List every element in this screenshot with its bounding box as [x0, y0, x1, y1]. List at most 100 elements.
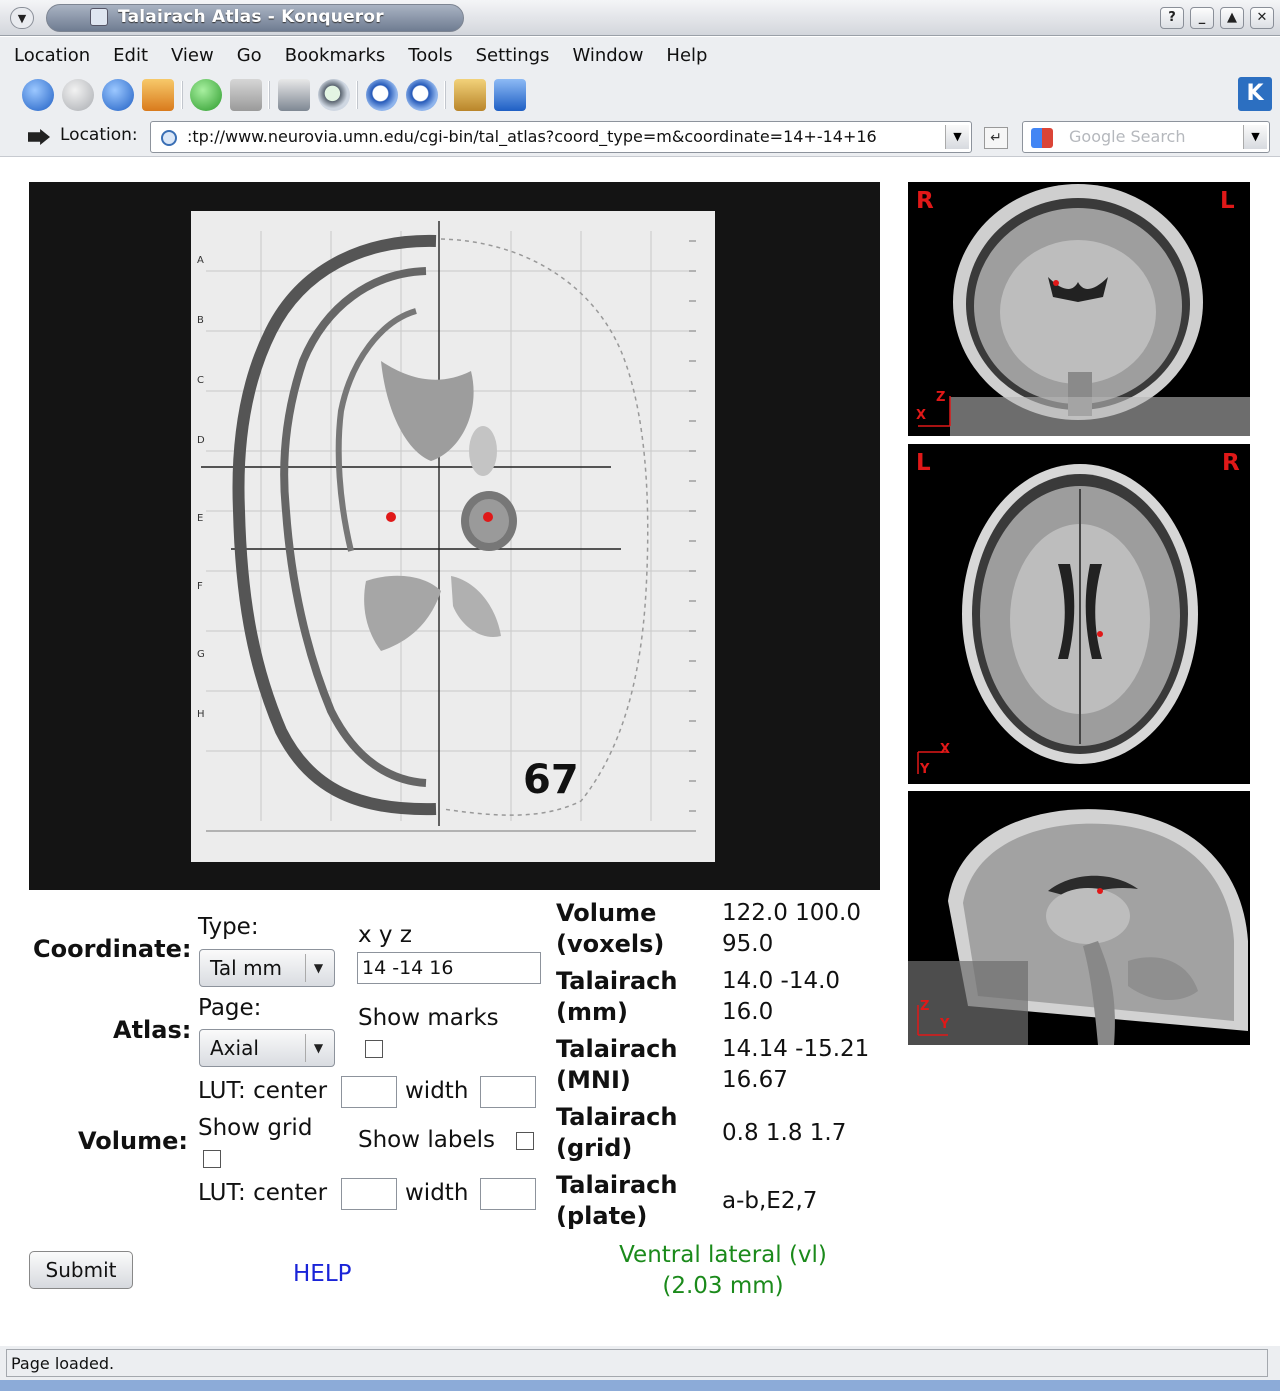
forward-icon[interactable] — [62, 79, 94, 111]
url-input[interactable]: :tp://www.neurovia.umn.edu/cgi-bin/tal_a… — [150, 121, 972, 153]
coordinate-type-select[interactable]: Tal mm ▼ — [199, 949, 335, 987]
download-icon[interactable] — [494, 79, 526, 111]
home-icon[interactable] — [142, 79, 174, 111]
volume-voxels-key: Volume (voxels) — [556, 898, 664, 960]
volume-label: Volume: — [78, 1127, 188, 1155]
toolbar-separator — [181, 81, 183, 109]
atlas-label: Atlas: — [113, 1016, 192, 1044]
menu-bookmarks[interactable]: Bookmarks — [285, 45, 386, 66]
axial-right-label: R — [1222, 450, 1240, 476]
talairach-grid-value: 0.8 1.8 1.7 — [722, 1120, 847, 1146]
location-bar: Location: :tp://www.neurovia.umn.edu/cgi… — [0, 117, 1280, 157]
tal-grid-key-line1: Talairach — [556, 1103, 678, 1131]
volume-lut-center-input[interactable] — [341, 1178, 397, 1210]
atlas-lut-width-label: width — [405, 1078, 469, 1104]
volume-key-line2: (voxels) — [556, 930, 665, 958]
show-marks-label: Show marks — [358, 1005, 499, 1031]
atlas-viewer[interactable]: A B C D E F G H 67 — [29, 182, 880, 890]
submit-button[interactable]: Submit — [29, 1251, 133, 1289]
tal-mni-key-line2: (MNI) — [556, 1066, 631, 1094]
talairach-plate-key: Talairach (plate) — [556, 1170, 677, 1232]
menu-settings[interactable]: Settings — [476, 45, 550, 66]
structure-name: Ventral lateral (vl) — [619, 1242, 827, 1268]
menu-window[interactable]: Window — [572, 45, 643, 66]
menu-location[interactable]: Location — [14, 45, 90, 66]
menu-go[interactable]: Go — [237, 45, 262, 66]
tal-mni-key-line1: Talairach — [556, 1035, 678, 1063]
menu-help[interactable]: Help — [666, 45, 707, 66]
clear-location-icon[interactable] — [28, 129, 50, 145]
maximize-button[interactable]: ▲ — [1220, 7, 1244, 29]
status-field: Page loaded. — [6, 1349, 1268, 1377]
url-text[interactable]: :tp://www.neurovia.umn.edu/cgi-bin/tal_a… — [187, 127, 877, 146]
svg-text:H: H — [197, 709, 205, 720]
zoom-out-icon[interactable] — [406, 79, 438, 111]
kde-logo-icon: K — [1238, 77, 1272, 111]
atlas-lut-center-input[interactable] — [341, 1076, 397, 1108]
show-labels-label: Show labels — [358, 1127, 495, 1153]
menu-tools[interactable]: Tools — [408, 45, 452, 66]
search-input[interactable]: Google Search ▼ — [1022, 121, 1270, 153]
atlas-plate-drawing: A B C D E F G H — [191, 211, 715, 862]
tal-plate-key-line2: (plate) — [556, 1202, 648, 1230]
help-window-button[interactable]: ? — [1160, 7, 1184, 29]
zoom-in-icon[interactable] — [366, 79, 398, 111]
xyz-label: x y z — [358, 922, 412, 948]
tal-plate-key-line1: Talairach — [556, 1171, 678, 1199]
type-label: Type: — [198, 914, 259, 940]
help-link[interactable]: HELP — [293, 1261, 352, 1287]
show-labels-checkbox[interactable] — [516, 1132, 534, 1150]
sagittal-axis-z: Z — [920, 999, 930, 1014]
menu-view[interactable]: View — [171, 45, 214, 66]
atlas-plate-image[interactable]: A B C D E F G H 67 — [191, 211, 715, 862]
show-grid-checkbox[interactable] — [203, 1150, 221, 1168]
show-grid-label: Show grid — [198, 1115, 313, 1141]
talairach-mm-key: Talairach (mm) — [556, 966, 677, 1028]
volume-key-line1: Volume — [556, 899, 657, 927]
talairach-mni-value: 14.14 -15.21 16.67 — [722, 1036, 870, 1093]
volume-lut-width-input[interactable] — [480, 1178, 536, 1210]
mri-axial-view[interactable]: L R X Y — [908, 444, 1250, 784]
stop-icon[interactable] — [230, 79, 262, 111]
atlas-lut-center-label: LUT: center — [198, 1078, 328, 1104]
axial-slice — [917, 464, 1198, 774]
structure-distance: (2.03 mm) — [662, 1273, 784, 1299]
print-icon[interactable] — [278, 79, 310, 111]
window-title: Talairach Atlas - Konqueror — [118, 7, 384, 27]
structure-result: Ventral lateral (vl) (2.03 mm) — [560, 1240, 886, 1302]
status-text: Page loaded. — [11, 1354, 115, 1373]
atlas-page-select[interactable]: Axial ▼ — [199, 1029, 335, 1067]
minimize-button[interactable]: _ — [1190, 7, 1214, 29]
tal-mm-key-line2: (mm) — [556, 998, 628, 1026]
sagittal-slice — [908, 809, 1248, 1045]
search-dropdown[interactable]: ▼ — [1243, 125, 1267, 149]
coronal-slice — [918, 184, 1250, 436]
atlas-plate-number: 67 — [523, 757, 579, 803]
status-bar: Page loaded. — [0, 1346, 1280, 1380]
up-icon[interactable] — [102, 79, 134, 111]
find-icon[interactable] — [318, 79, 350, 111]
google-icon[interactable] — [1031, 128, 1053, 148]
volume-voxels-value: 122.0 100.0 95.0 — [722, 900, 861, 957]
svg-text:A: A — [197, 255, 204, 266]
chevron-down-icon: ▼ — [305, 1034, 331, 1062]
sagittal-axis-y: Y — [940, 1017, 950, 1032]
volume-lut-width-label: width — [405, 1180, 469, 1206]
svg-text:B: B — [197, 315, 204, 326]
close-button[interactable]: ✕ — [1250, 7, 1274, 29]
url-history-dropdown[interactable]: ▼ — [945, 125, 969, 149]
coronal-left-label: L — [1220, 188, 1235, 214]
back-icon[interactable] — [22, 79, 54, 111]
tal-grid-key-line2: (grid) — [556, 1134, 633, 1162]
security-icon[interactable] — [454, 79, 486, 111]
show-marks-checkbox[interactable] — [365, 1040, 383, 1058]
coordinate-input[interactable] — [357, 952, 541, 984]
menu-edit[interactable]: Edit — [113, 45, 148, 66]
mri-sagittal-view[interactable]: Z Y — [908, 791, 1250, 1045]
atlas-lut-width-input[interactable] — [480, 1076, 536, 1108]
go-icon[interactable]: ↵ — [984, 127, 1008, 149]
mri-coronal-view[interactable]: R L X Z — [908, 182, 1250, 436]
window-menu-button[interactable]: ▼ — [10, 7, 34, 29]
coordinate-type-value: Tal mm — [210, 956, 283, 980]
reload-icon[interactable] — [190, 79, 222, 111]
